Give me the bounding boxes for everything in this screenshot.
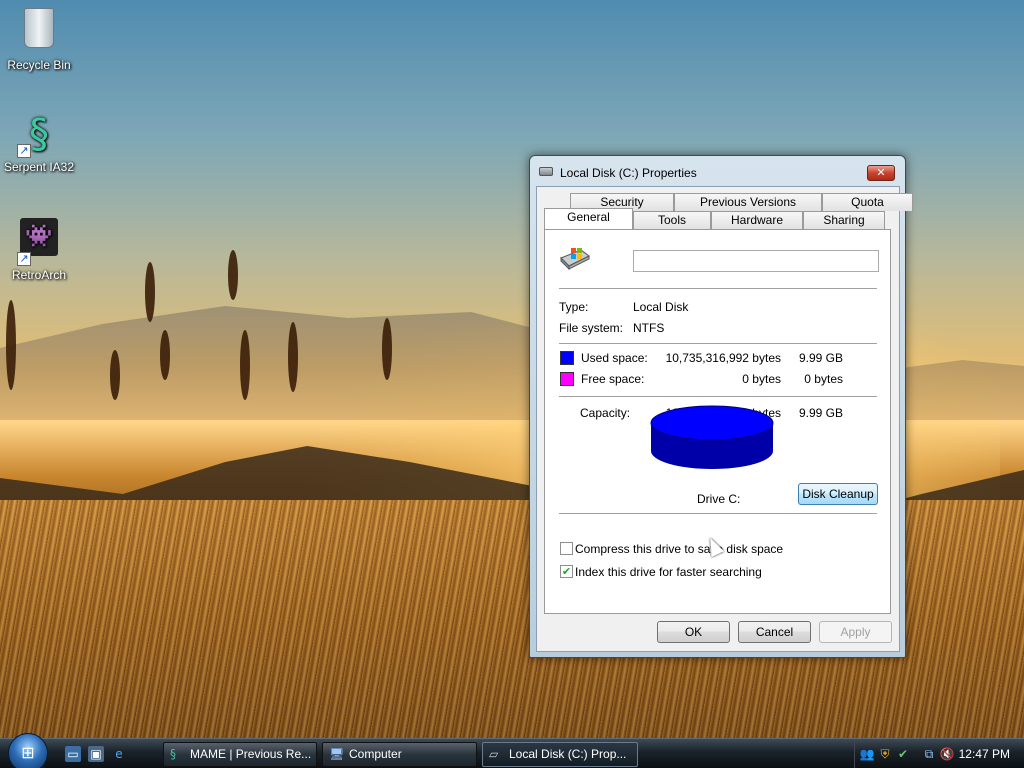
filesystem-label: File system:: [559, 321, 624, 335]
tab-hardware[interactable]: Hardware: [711, 211, 803, 229]
serpent-icon: §: [170, 747, 176, 761]
recycle-bin-icon: [15, 8, 63, 56]
dialog-titlebar[interactable]: Local Disk (C:) Properties ✕: [530, 156, 905, 186]
free-space-bytes: 0 bytes: [742, 372, 781, 386]
wallpaper-reed: [288, 322, 298, 392]
desktop-icon-label: Serpent IA32: [3, 160, 75, 174]
retroarch-icon: 👾 ↗: [15, 218, 63, 266]
tab-sharing[interactable]: Sharing: [803, 211, 885, 229]
taskbar-button-local-disk[interactable]: ▱ Local Disk (C:) Prop...: [482, 742, 638, 767]
desktop-icon-label: Recycle Bin: [7, 58, 71, 72]
cancel-button[interactable]: Cancel: [738, 621, 811, 643]
taskbar-button-label: Computer: [349, 747, 402, 761]
system-tray: 👥 ⛨ ✔ ⧉ 🔇 12:47 PM: [854, 739, 1024, 768]
tab-tools[interactable]: Tools: [633, 211, 711, 229]
switch-windows-icon[interactable]: ▣: [88, 746, 104, 762]
desktop-icon-label: RetroArch: [11, 268, 67, 282]
tab-quota[interactable]: Quota: [822, 193, 913, 211]
free-space-size: 0 bytes: [804, 372, 843, 386]
apply-button[interactable]: Apply: [819, 621, 892, 643]
filesystem-value: NTFS: [633, 321, 665, 335]
taskbar-button-label: MAME | Previous Re...: [190, 747, 312, 761]
drive-icon: ▱: [489, 747, 499, 761]
disk-cleanup-button[interactable]: Disk Cleanup: [798, 483, 878, 505]
index-checkbox[interactable]: ✔: [560, 565, 573, 578]
dialog-client-area: Security Previous Versions Quota General…: [536, 186, 913, 652]
wallpaper-reed: [240, 330, 250, 400]
wallpaper-reed: [382, 318, 392, 380]
type-label: Type:: [559, 300, 589, 314]
taskbar: ⊞ ▭ ▣ e § MAME | Previous Re... 🖥 Comput…: [0, 733, 1024, 768]
drive-large-icon: [560, 248, 590, 270]
show-desktop-icon[interactable]: ▭: [65, 746, 81, 762]
shortcut-arrow-icon: ↗: [17, 144, 31, 158]
tab-general[interactable]: General: [544, 208, 633, 229]
taskbar-button-label: Local Disk (C:) Prop...: [509, 747, 627, 761]
properties-dialog: Local Disk (C:) Properties ✕ Security Pr…: [529, 155, 913, 658]
separator: [559, 343, 877, 344]
type-value: Local Disk: [633, 300, 689, 314]
internet-explorer-icon[interactable]: e: [111, 746, 127, 762]
disk-usage-pie-chart: [650, 405, 774, 469]
serpent-icon: § ↗: [15, 110, 63, 158]
separator: [559, 288, 877, 289]
dialog-title: Local Disk (C:) Properties: [560, 166, 697, 180]
clock[interactable]: 12:47 PM: [959, 747, 1010, 761]
wallpaper-reed: [228, 250, 238, 300]
drive-label: Drive C:: [697, 492, 741, 506]
computer-icon: 🖥: [329, 747, 345, 761]
drive-icon: [539, 167, 553, 176]
taskbar-button-computer[interactable]: 🖥 Computer: [322, 742, 477, 767]
volume-muted-icon[interactable]: 🔇: [939, 746, 955, 762]
close-button[interactable]: ✕: [867, 165, 895, 181]
wallpaper-reed: [110, 350, 120, 400]
capacity-size: 9.99 GB: [798, 406, 843, 420]
desktop-icon-recycle-bin[interactable]: Recycle Bin: [0, 4, 78, 72]
used-space-bytes: 10,735,316,992 bytes: [665, 351, 781, 365]
wallpaper-reed: [145, 262, 155, 322]
desktop-icon-retroarch[interactable]: 👾 ↗ RetroArch: [0, 214, 78, 282]
compress-checkbox[interactable]: [560, 542, 573, 555]
network-icon[interactable]: ⧉: [921, 746, 937, 762]
tab-previous-versions[interactable]: Previous Versions: [674, 193, 822, 211]
taskbar-button-mame[interactable]: § MAME | Previous Re...: [163, 742, 317, 767]
drive-name-input[interactable]: [633, 250, 879, 272]
used-space-swatch: [560, 351, 574, 365]
network-users-icon[interactable]: 👥: [859, 746, 875, 762]
used-space-label: Used space:: [581, 351, 648, 365]
general-tab-panel: Type: Local Disk File system: NTFS Used …: [544, 229, 891, 614]
ok-button[interactable]: OK: [657, 621, 730, 643]
safely-remove-icon[interactable]: ✔: [895, 746, 911, 762]
free-space-label: Free space:: [581, 372, 645, 386]
shortcut-arrow-icon: ↗: [17, 252, 31, 266]
compress-label[interactable]: Compress this drive to save disk space: [575, 542, 783, 556]
security-shield-icon[interactable]: ⛨: [877, 746, 893, 762]
start-button[interactable]: ⊞: [8, 733, 48, 768]
wallpaper-reed: [160, 330, 170, 380]
desktop-icon-serpent[interactable]: § ↗ Serpent IA32: [0, 110, 78, 174]
used-space-size: 9.99 GB: [798, 351, 843, 365]
separator: [559, 513, 877, 514]
capacity-label: Capacity:: [580, 406, 631, 420]
index-label[interactable]: Index this drive for faster searching: [575, 565, 762, 579]
separator: [559, 396, 877, 397]
free-space-swatch: [560, 372, 574, 386]
wallpaper-reed: [6, 300, 16, 390]
